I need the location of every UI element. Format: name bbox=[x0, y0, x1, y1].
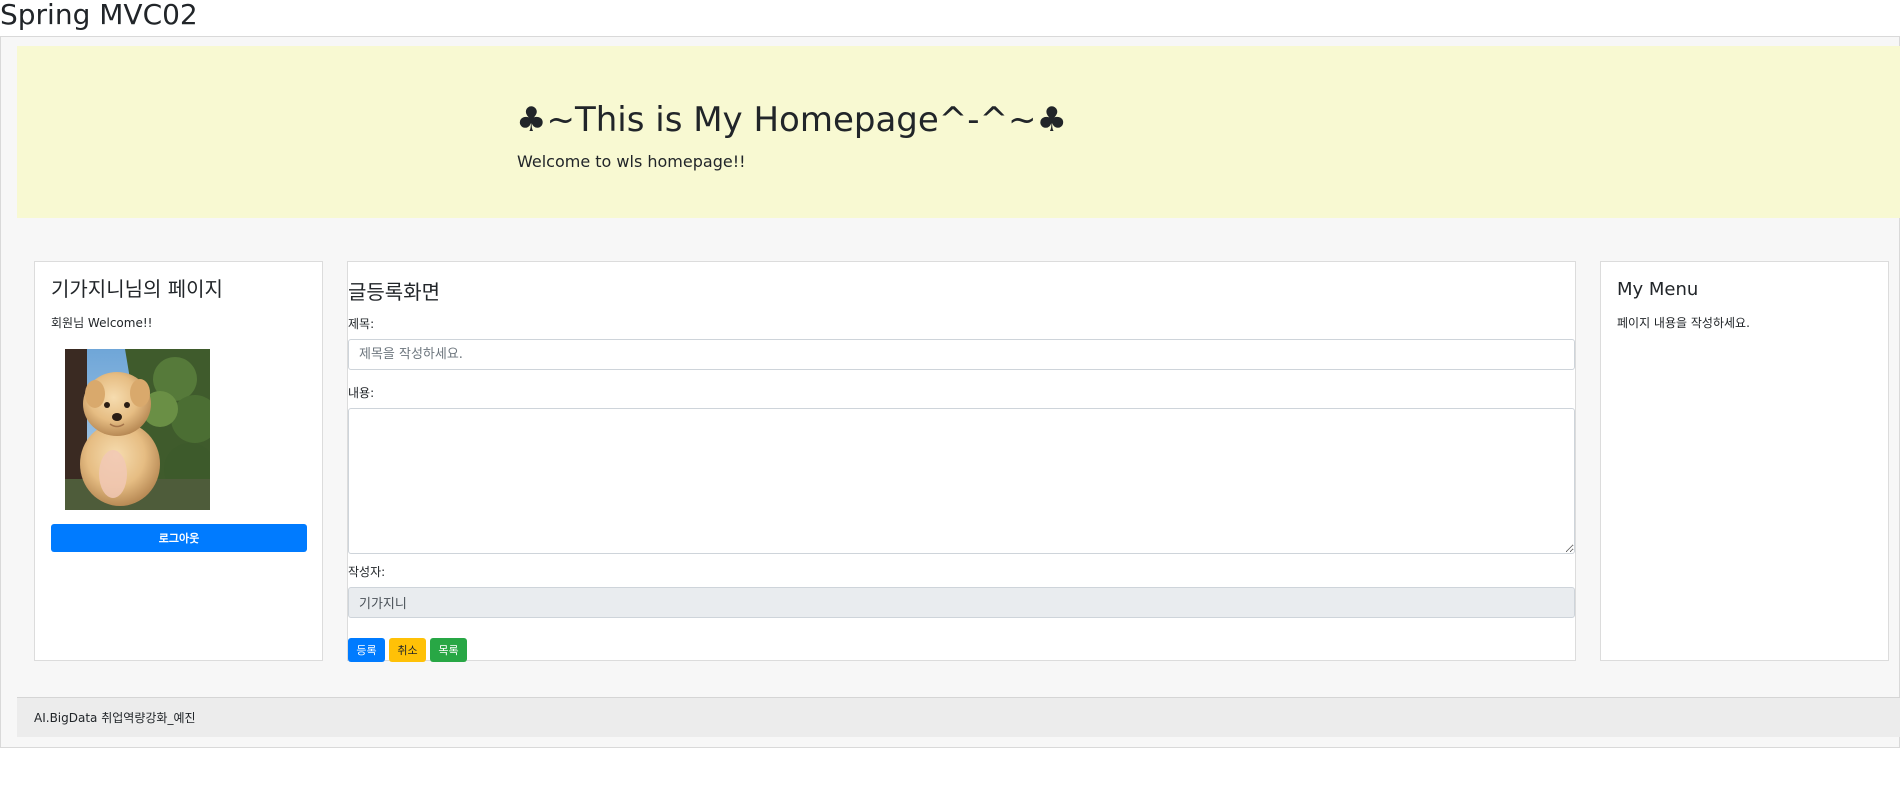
form-title: 글등록화면 bbox=[348, 280, 440, 304]
submit-button[interactable]: 등록 bbox=[348, 638, 385, 662]
cancel-button[interactable]: 취소 bbox=[389, 638, 426, 662]
menu-title: My Menu bbox=[1617, 279, 1699, 300]
title-input[interactable] bbox=[348, 339, 1575, 370]
app-title: Spring MVC02 bbox=[0, 0, 198, 31]
logout-button[interactable]: 로그아웃 bbox=[51, 524, 307, 552]
footer: AI.BigData 취업역량강화_예진 bbox=[17, 697, 1900, 737]
page-container: ♣~This is My Homepage^-^~♣ Welcome to wl… bbox=[0, 36, 1900, 748]
menu-card: My Menu 페이지 내용을 작성하세요. bbox=[1600, 261, 1889, 661]
welcome-text: 회원님 Welcome!! bbox=[51, 316, 153, 330]
writer-label: 작성자: bbox=[348, 565, 386, 579]
profile-title: 기가지니님의 페이지 bbox=[51, 277, 223, 301]
profile-card: 기가지니님의 페이지 회원님 Welcome!! 로그아웃 bbox=[34, 261, 323, 661]
header-jumbotron: ♣~This is My Homepage^-^~♣ Welcome to wl… bbox=[17, 46, 1900, 218]
writer-input[interactable] bbox=[348, 587, 1575, 618]
title-label: 제목: bbox=[348, 317, 375, 331]
content-label: 내용: bbox=[348, 386, 375, 400]
avatar bbox=[65, 349, 210, 510]
post-form-card: 글등록화면 제목: 내용: 작성자: 등록 취소 목록 bbox=[347, 261, 1576, 662]
content-textarea[interactable] bbox=[348, 408, 1575, 554]
footer-text: AI.BigData 취업역량강화_예진 bbox=[34, 711, 196, 725]
avatar-image bbox=[65, 349, 210, 510]
menu-text: 페이지 내용을 작성하세요. bbox=[1617, 316, 1750, 330]
header-subtitle: Welcome to wls homepage!! bbox=[517, 152, 746, 171]
list-button[interactable]: 목록 bbox=[430, 638, 467, 662]
header-title: ♣~This is My Homepage^-^~♣ bbox=[516, 100, 1068, 140]
